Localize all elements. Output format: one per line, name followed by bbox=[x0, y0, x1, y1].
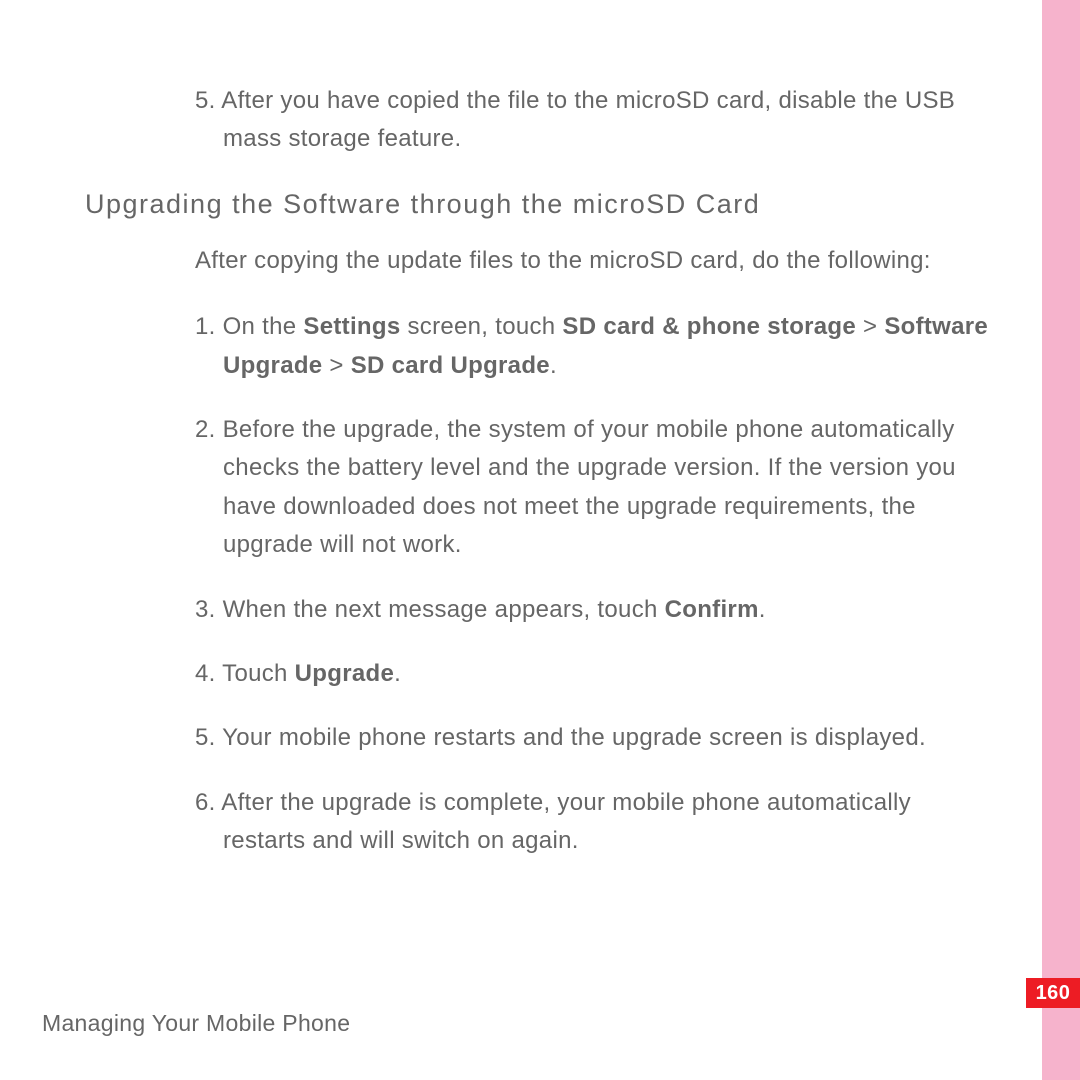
step-text-part: On the bbox=[216, 313, 304, 340]
step-text-part: > bbox=[856, 313, 884, 340]
step-number: 1. bbox=[195, 313, 216, 340]
step-3: 3. When the next message appears, touch … bbox=[85, 591, 1000, 629]
step-text-part: Touch bbox=[216, 660, 295, 687]
step-text-part: When the next message appears, touch bbox=[216, 596, 665, 623]
section-intro: After copying the update files to the mi… bbox=[85, 242, 1000, 280]
step-1: 1. On the Settings screen, touch SD card… bbox=[85, 308, 1000, 385]
step-text-part: screen, touch bbox=[401, 313, 563, 340]
step-number: 5. bbox=[195, 724, 216, 751]
section-heading: Upgrading the Software through the micro… bbox=[85, 189, 1000, 220]
step-text: Your mobile phone restarts and the upgra… bbox=[216, 724, 926, 751]
step-number: 4. bbox=[195, 660, 216, 687]
page-number-badge: 160 bbox=[1026, 978, 1080, 1008]
step-number: 3. bbox=[195, 596, 216, 623]
bold-settings: Settings bbox=[303, 313, 400, 340]
step-text: Before the upgrade, the system of your m… bbox=[216, 416, 956, 558]
step-5: 5. Your mobile phone restarts and the up… bbox=[85, 719, 1000, 757]
bold-confirm: Confirm bbox=[665, 596, 759, 623]
step-number: 2. bbox=[195, 416, 216, 443]
bold-sd-card-upgrade: SD card Upgrade bbox=[351, 352, 550, 379]
prior-step-5: 5. After you have copied the file to the… bbox=[85, 82, 1000, 159]
step-number: 5. bbox=[195, 87, 216, 114]
step-text-part: . bbox=[550, 352, 557, 379]
step-text-part: . bbox=[759, 596, 766, 623]
step-number: 6. bbox=[195, 789, 216, 816]
bold-sd-card-phone-storage: SD card & phone storage bbox=[562, 313, 856, 340]
step-2: 2. Before the upgrade, the system of you… bbox=[85, 411, 1000, 565]
side-accent-bar bbox=[1042, 0, 1080, 1080]
page-content: 5. After you have copied the file to the… bbox=[0, 0, 1000, 886]
step-6: 6. After the upgrade is complete, your m… bbox=[85, 784, 1000, 861]
step-text: After the upgrade is complete, your mobi… bbox=[216, 789, 911, 854]
step-text-part: > bbox=[322, 352, 350, 379]
step-text: After you have copied the file to the mi… bbox=[216, 87, 955, 152]
bold-upgrade: Upgrade bbox=[295, 660, 394, 687]
footer-chapter-title: Managing Your Mobile Phone bbox=[42, 1010, 350, 1037]
step-text-part: . bbox=[394, 660, 401, 687]
step-4: 4. Touch Upgrade. bbox=[85, 655, 1000, 693]
